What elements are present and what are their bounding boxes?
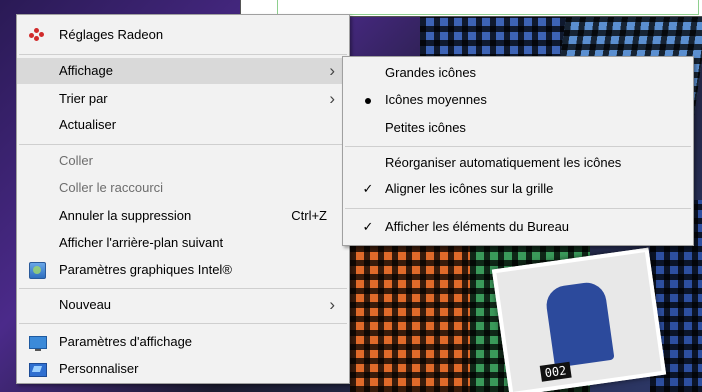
menu-separator bbox=[19, 54, 347, 55]
menu-item-label: Nouveau bbox=[59, 297, 112, 312]
menu-item-label: Afficher l'arrière-plan suivant bbox=[59, 235, 224, 250]
submenu-item-align-to-grid[interactable]: ✓ Aligner les icônes sur la grille bbox=[343, 176, 693, 202]
menu-item-undo-delete[interactable]: Annuler la suppression Ctrl+Z bbox=[17, 203, 349, 229]
wallpaper-scoreboard: 002 bbox=[539, 361, 572, 382]
menu-separator bbox=[19, 288, 347, 289]
menu-item-shortcut: Ctrl+Z bbox=[291, 208, 327, 223]
menu-item-label: Trier par bbox=[59, 91, 108, 106]
menu-separator bbox=[345, 208, 691, 209]
wallpaper-billboard: 002 bbox=[491, 247, 667, 392]
menu-item-paste-shortcut: Coller le raccourci bbox=[17, 175, 349, 201]
wallpaper-figure bbox=[544, 280, 615, 368]
menu-item-label: Paramètres graphiques Intel® bbox=[59, 262, 232, 277]
menu-item-radeon-settings[interactable]: Réglages Radeon bbox=[17, 22, 349, 48]
checkmark-icon: ✓ bbox=[362, 181, 374, 196]
menu-item-label: Personnaliser bbox=[59, 361, 139, 376]
submenu-item-medium-icons[interactable]: Icônes moyennes bbox=[343, 87, 693, 113]
chevron-right-icon: › bbox=[329, 61, 335, 80]
menu-separator bbox=[19, 323, 347, 324]
wallpaper-building bbox=[350, 245, 480, 392]
menu-item-label: Afficher les éléments du Bureau bbox=[385, 219, 570, 234]
radeon-icon bbox=[29, 28, 47, 44]
menu-item-label: Coller le raccourci bbox=[59, 180, 164, 195]
chevron-right-icon: › bbox=[329, 295, 335, 314]
checkmark-icon: ✓ bbox=[362, 219, 374, 234]
menu-item-view[interactable]: Affichage › bbox=[17, 58, 349, 84]
submenu-item-small-icons[interactable]: Petites icônes bbox=[343, 115, 693, 141]
view-submenu: Grandes icônes Icônes moyennes Petites i… bbox=[342, 56, 694, 246]
menu-item-label: Aligner les icônes sur la grille bbox=[385, 181, 554, 196]
intel-graphics-icon bbox=[29, 262, 46, 279]
menu-item-paste: Coller bbox=[17, 148, 349, 174]
menu-item-label: Réglages Radeon bbox=[59, 27, 164, 42]
menu-separator bbox=[345, 146, 691, 147]
menu-item-sort-by[interactable]: Trier par › bbox=[17, 86, 349, 112]
menu-item-label: Actualiser bbox=[59, 117, 117, 132]
display-settings-icon bbox=[29, 336, 47, 351]
menu-item-label: Grandes icônes bbox=[385, 65, 477, 80]
menu-item-label: Affichage bbox=[59, 63, 113, 78]
menu-item-intel-graphics[interactable]: Paramètres graphiques Intel® bbox=[17, 257, 349, 283]
menu-separator bbox=[19, 144, 347, 145]
desktop-context-menu: Réglages Radeon Affichage › Trier par › … bbox=[16, 14, 350, 384]
radio-bullet-icon bbox=[365, 98, 371, 104]
menu-item-label: Icônes moyennes bbox=[385, 92, 487, 107]
personalize-icon bbox=[29, 363, 47, 377]
submenu-item-large-icons[interactable]: Grandes icônes bbox=[343, 60, 693, 86]
window-frame-highlight bbox=[277, 0, 699, 15]
menu-item-display-settings[interactable]: Paramètres d'affichage bbox=[17, 329, 349, 355]
menu-item-label: Coller bbox=[59, 153, 93, 168]
submenu-item-show-desktop-icons[interactable]: ✓ Afficher les éléments du Bureau bbox=[343, 214, 693, 240]
menu-item-new[interactable]: Nouveau › bbox=[17, 292, 349, 318]
menu-item-next-background[interactable]: Afficher l'arrière-plan suivant bbox=[17, 230, 349, 256]
menu-item-personalize[interactable]: Personnaliser bbox=[17, 356, 349, 382]
menu-item-label: Annuler la suppression bbox=[59, 208, 192, 223]
chevron-right-icon: › bbox=[329, 89, 335, 108]
menu-item-refresh[interactable]: Actualiser bbox=[17, 112, 349, 138]
submenu-item-auto-arrange[interactable]: Réorganiser automatiquement les icônes bbox=[343, 150, 693, 176]
menu-item-label: Petites icônes bbox=[385, 120, 466, 135]
menu-item-label: Paramètres d'affichage bbox=[59, 334, 193, 349]
menu-item-label: Réorganiser automatiquement les icônes bbox=[385, 155, 622, 170]
